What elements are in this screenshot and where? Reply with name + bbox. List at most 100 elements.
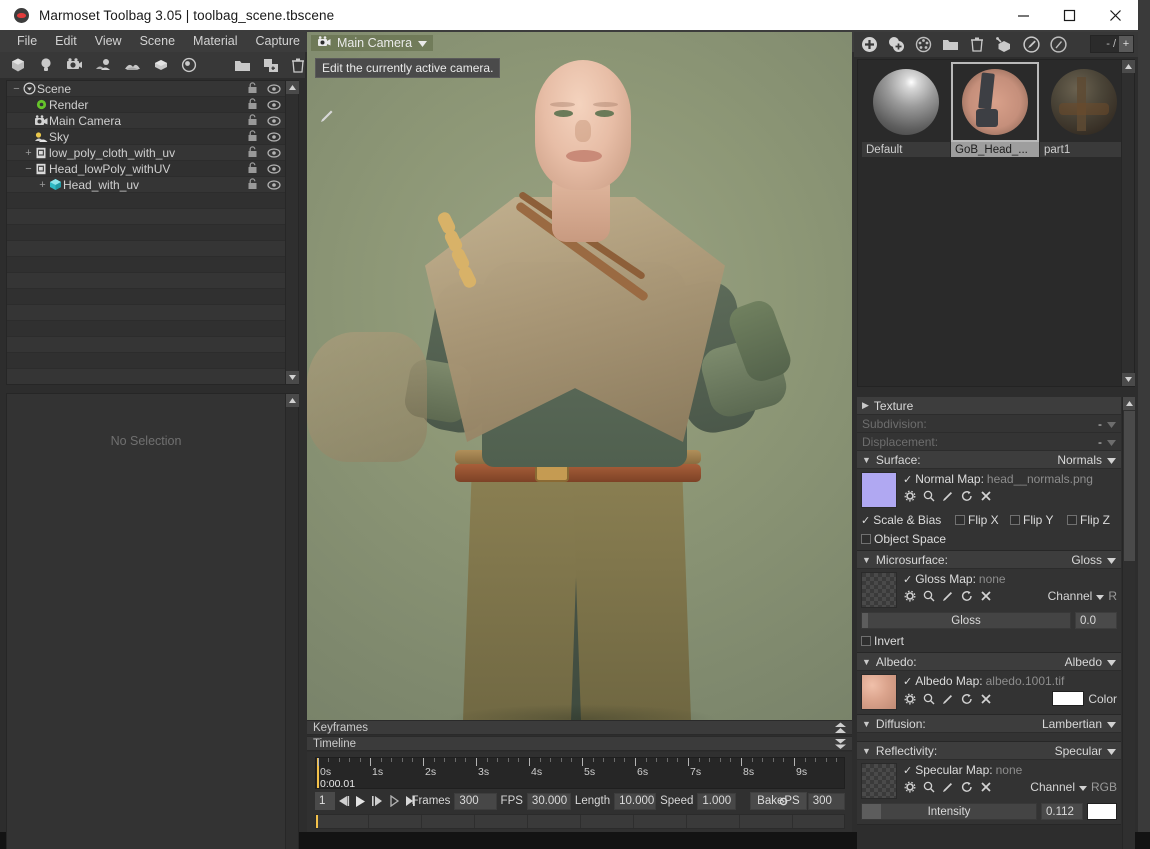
prev-keyframe-icon[interactable]: [386, 792, 403, 810]
menu-scene[interactable]: Scene: [131, 32, 184, 50]
collapse-caret-icon[interactable]: ▼: [862, 746, 871, 756]
chevron-down-icon[interactable]: [1096, 589, 1105, 603]
track-playhead[interactable]: [316, 815, 318, 828]
lock-icon[interactable]: [247, 162, 258, 177]
material-count-plus[interactable]: +: [1119, 36, 1133, 52]
invert-checkbox[interactable]: [861, 636, 871, 646]
flag-object-space[interactable]: Object Space: [861, 532, 946, 546]
tree-row-scene[interactable]: − Scene: [7, 81, 285, 97]
tree-row-head-with-uv[interactable]: + Head_with_uv: [7, 177, 285, 193]
scroll-down-arrow[interactable]: [286, 371, 299, 384]
duplicate-material-icon[interactable]: [887, 36, 905, 54]
eye-icon[interactable]: [267, 99, 281, 113]
eye-icon[interactable]: [267, 147, 281, 161]
timeline-ruler[interactable]: 0:00.01 0s 1s 2s 3s 4s 5s 6s 7s 8s 9s: [315, 757, 845, 790]
fog-icon[interactable]: [95, 57, 112, 74]
search-icon[interactable]: [922, 692, 935, 705]
current-frame-field[interactable]: 1: [315, 792, 336, 810]
object-properties-scrollbar[interactable]: [285, 394, 299, 849]
albedo-map-checkbox[interactable]: ✓: [903, 675, 912, 688]
section-albedo[interactable]: ▼ Albedo: Albedo: [857, 653, 1121, 671]
quick-edit-icon[interactable]: [1049, 36, 1067, 54]
remove-icon[interactable]: [979, 781, 992, 794]
scroll-down-arrow[interactable]: [1122, 373, 1135, 386]
step-back-icon[interactable]: [335, 792, 352, 810]
settings-icon[interactable]: [903, 489, 916, 502]
remove-icon[interactable]: [979, 489, 992, 502]
collapse-up-icon[interactable]: [834, 722, 847, 737]
clear-material-icon[interactable]: [914, 36, 932, 54]
speed-field[interactable]: 1.000: [697, 792, 737, 810]
object-space-checkbox[interactable]: [861, 534, 871, 544]
gloss-map-checkbox[interactable]: ✓: [903, 573, 912, 586]
eye-icon[interactable]: [267, 83, 281, 97]
tree-expander[interactable]: +: [37, 179, 48, 190]
trash-icon[interactable]: [968, 36, 986, 54]
close-button[interactable]: [1092, 0, 1138, 30]
collapse-down-icon[interactable]: [834, 738, 847, 753]
lock-icon[interactable]: [247, 114, 258, 129]
reflectivity-mode-dropdown[interactable]: Specular: [1055, 744, 1116, 758]
material-item-default[interactable]: Default: [862, 62, 950, 162]
scene-tree[interactable]: − Scene Render Main Camera Sky + low_pol…: [6, 80, 299, 385]
timeline-bar[interactable]: Timeline: [307, 736, 852, 751]
edit-icon[interactable]: [941, 489, 954, 502]
collapse-caret-icon[interactable]: ▼: [862, 719, 871, 729]
scroll-up-arrow[interactable]: [1122, 60, 1135, 73]
fps-field[interactable]: 30.000: [526, 792, 571, 810]
section-reflectivity[interactable]: ▼ Reflectivity: Specular: [857, 742, 1121, 760]
tree-row-sky[interactable]: Sky: [7, 129, 285, 145]
reload-icon[interactable]: [960, 590, 973, 603]
albedo-color-swatch[interactable]: [1052, 691, 1085, 706]
albedo-mode-dropdown[interactable]: Albedo: [1065, 655, 1116, 669]
menu-edit[interactable]: Edit: [46, 32, 86, 50]
viewport-3d[interactable]: Main Camera Edit the currently active ca…: [307, 32, 852, 720]
chevron-down-icon[interactable]: [1107, 453, 1116, 467]
collapse-caret-icon[interactable]: ▼: [862, 455, 871, 465]
eye-icon[interactable]: [267, 131, 281, 145]
menu-view[interactable]: View: [86, 32, 131, 50]
edit-icon[interactable]: [941, 590, 954, 603]
collapse-caret-icon[interactable]: ▼: [862, 555, 871, 565]
scroll-up-arrow[interactable]: [286, 394, 299, 407]
camera-selector[interactable]: Main Camera: [311, 35, 434, 51]
next-keyframe-icon[interactable]: [369, 792, 386, 810]
duplicate-icon[interactable]: [263, 57, 279, 74]
lock-icon[interactable]: [247, 178, 258, 193]
section-texture[interactable]: ▶ Texture: [857, 397, 1121, 415]
tree-expander[interactable]: −: [11, 83, 22, 94]
material-properties-scrollbar[interactable]: [1122, 397, 1135, 849]
camera-icon[interactable]: [66, 57, 83, 74]
chevron-down-icon[interactable]: [1107, 744, 1116, 758]
intensity-slider[interactable]: Intensity: [861, 803, 1037, 820]
gloss-map-thumbnail[interactable]: [861, 572, 897, 608]
lock-icon[interactable]: [247, 146, 258, 161]
brush-icon[interactable]: [319, 108, 335, 124]
section-surface[interactable]: ▼ Surface: Normals: [857, 451, 1121, 469]
expand-caret-icon[interactable]: ▶: [862, 400, 869, 411]
material-grid-scrollbar[interactable]: [1121, 60, 1135, 386]
material-grid[interactable]: Default GoB_Head_... part1: [857, 59, 1135, 387]
eye-icon[interactable]: [267, 179, 281, 193]
chevron-down-icon[interactable]: [1107, 717, 1116, 731]
chevron-down-icon[interactable]: [1107, 435, 1116, 449]
tree-expander[interactable]: +: [23, 147, 34, 158]
scroll-thumb[interactable]: [1124, 411, 1135, 561]
chevron-down-icon[interactable]: [1107, 417, 1116, 431]
albedo-map-thumbnail[interactable]: [861, 674, 897, 710]
remove-icon[interactable]: [979, 590, 992, 603]
trash-icon[interactable]: [291, 57, 305, 74]
settings-icon[interactable]: [903, 590, 916, 603]
settings-icon[interactable]: [903, 692, 916, 705]
search-icon[interactable]: [922, 781, 935, 794]
maximize-button[interactable]: [1046, 0, 1092, 30]
gloss-value-field[interactable]: 0.0: [1075, 612, 1117, 629]
section-subdivision[interactable]: Subdivision: -: [857, 415, 1121, 433]
tree-row-head-lowpoly[interactable]: − Head_lowPoly_withUV: [7, 161, 285, 177]
flip-x-checkbox[interactable]: [955, 515, 965, 525]
frames-field[interactable]: 300: [454, 792, 497, 810]
flag-flip-z[interactable]: Flip Z: [1067, 513, 1110, 527]
settings-icon[interactable]: [903, 781, 916, 794]
normal-map-checkbox[interactable]: ✓: [903, 473, 912, 486]
sky-icon[interactable]: [124, 57, 141, 74]
